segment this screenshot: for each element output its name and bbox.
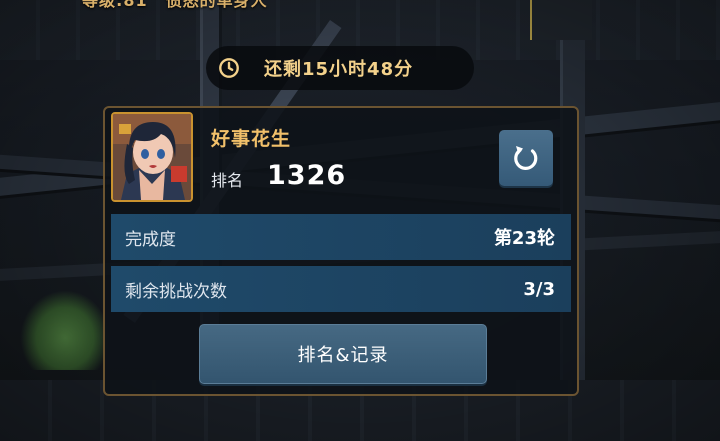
player-level-banner: 等级:81 愤怒的单身人 bbox=[82, 0, 286, 11]
event-ranking-panel: 好事花生 排名 1326 完成度 第23轮 剩余挑战次数 3/3 排名&记录 bbox=[103, 106, 579, 396]
player-name: 好事花生 bbox=[211, 128, 292, 150]
remaining-challenges-label: 剩余挑战次数 bbox=[125, 281, 227, 302]
rank-value: 1326 bbox=[267, 160, 347, 191]
time-remaining-pill: 还剩15小时48分 bbox=[206, 46, 474, 90]
level-text: 等级:81 bbox=[82, 0, 148, 10]
clock-icon bbox=[219, 58, 239, 78]
remaining-challenges-row: 剩余挑战次数 3/3 bbox=[111, 266, 571, 312]
completion-value: 第23轮 bbox=[493, 228, 555, 249]
ranking-records-button[interactable]: 排名&记录 bbox=[199, 324, 487, 384]
completion-label: 完成度 bbox=[125, 229, 176, 250]
refresh-icon bbox=[514, 146, 538, 170]
remaining-challenges-value: 3/3 bbox=[523, 278, 555, 300]
title-text: 愤怒的单身人 bbox=[165, 0, 268, 10]
refresh-button[interactable] bbox=[499, 130, 553, 186]
player-avatar[interactable] bbox=[111, 112, 193, 202]
time-remaining-text: 还剩15小时48分 bbox=[264, 59, 414, 80]
rank-label: 排名 bbox=[211, 171, 244, 190]
avatar-portrait bbox=[113, 114, 191, 200]
completion-row: 完成度 第23轮 bbox=[111, 214, 571, 260]
